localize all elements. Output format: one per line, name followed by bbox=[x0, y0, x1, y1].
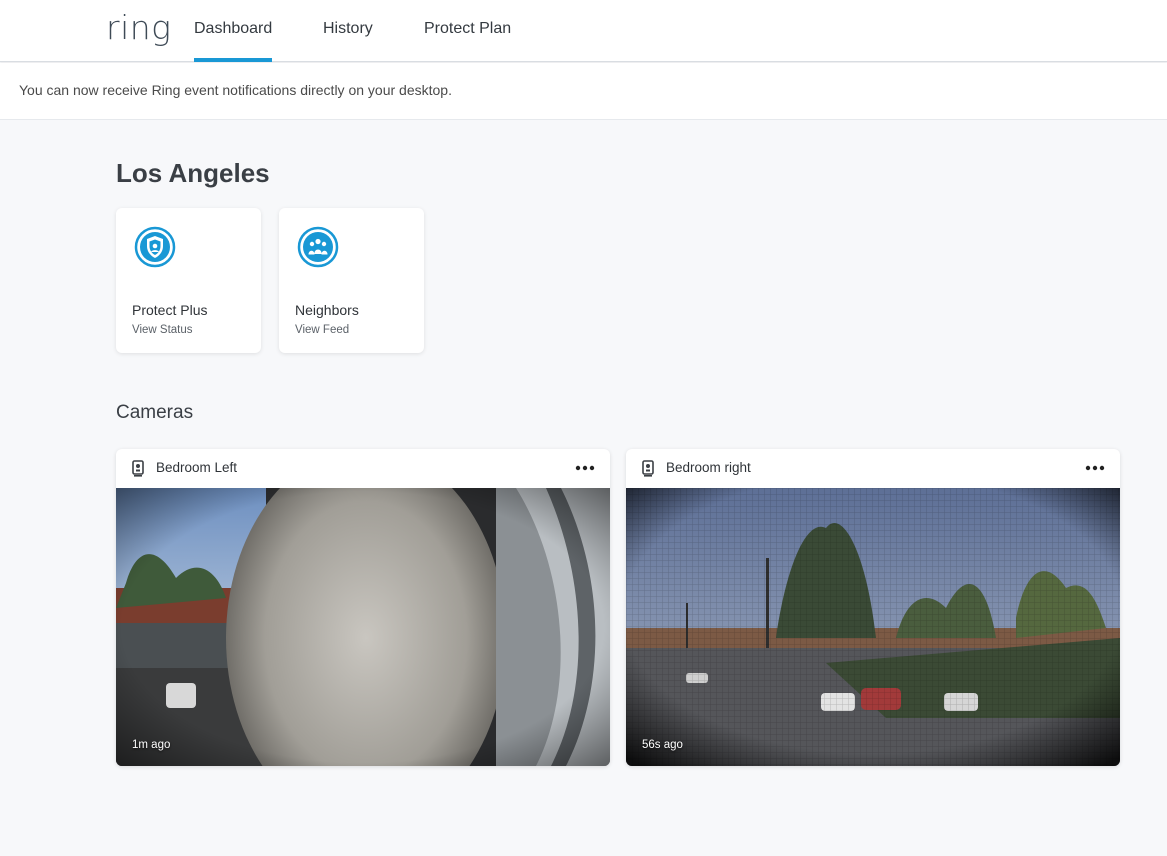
camera-name: Bedroom Left bbox=[156, 460, 238, 475]
more-options-icon[interactable] bbox=[1084, 457, 1106, 479]
camera-card-bedroom-right: Bedroom right 56s ago bbox=[626, 449, 1120, 766]
tab-protect-plan[interactable]: Protect Plan bbox=[424, 0, 511, 62]
neighbors-icon bbox=[297, 226, 339, 268]
camera-snapshot-image bbox=[626, 488, 1120, 766]
feature-title: Protect Plus bbox=[132, 302, 208, 318]
more-options-icon[interactable] bbox=[574, 457, 596, 479]
camera-snapshot[interactable]: 56s ago bbox=[626, 488, 1120, 766]
camera-header: Bedroom Left bbox=[116, 449, 610, 488]
snapshot-time: 56s ago bbox=[642, 739, 683, 751]
protect-plus-card[interactable]: Protect Plus View Status bbox=[116, 208, 261, 353]
tab-history[interactable]: History bbox=[323, 0, 373, 62]
camera-name: Bedroom right bbox=[666, 460, 751, 475]
camera-snapshot[interactable]: 1m ago bbox=[116, 449, 610, 766]
banner-text: You can now receive Ring event notificat… bbox=[19, 82, 452, 98]
snapshot-time: 1m ago bbox=[132, 739, 171, 751]
camera-header: Bedroom right bbox=[626, 449, 1120, 488]
location-title: Los Angeles bbox=[116, 158, 270, 188]
feature-title: Neighbors bbox=[295, 302, 359, 318]
neighbors-card[interactable]: Neighbors View Feed bbox=[279, 208, 424, 353]
notification-banner: You can now receive Ring event notificat… bbox=[0, 63, 1167, 120]
camera-snapshot-image bbox=[116, 449, 610, 766]
camera-device-icon bbox=[132, 460, 144, 477]
feature-subtitle: View Status bbox=[132, 324, 193, 336]
shield-icon bbox=[134, 226, 176, 268]
top-nav: ring Dashboard History Protect Plan bbox=[0, 0, 1167, 62]
tab-dashboard[interactable]: Dashboard bbox=[194, 0, 273, 62]
cameras-section-title: Cameras bbox=[116, 402, 194, 423]
camera-device-icon bbox=[642, 460, 654, 477]
ring-logo[interactable]: ring bbox=[106, 8, 171, 48]
feature-subtitle: View Feed bbox=[295, 324, 350, 336]
camera-card-bedroom-left: Bedroom Left 1m ago bbox=[116, 449, 610, 766]
